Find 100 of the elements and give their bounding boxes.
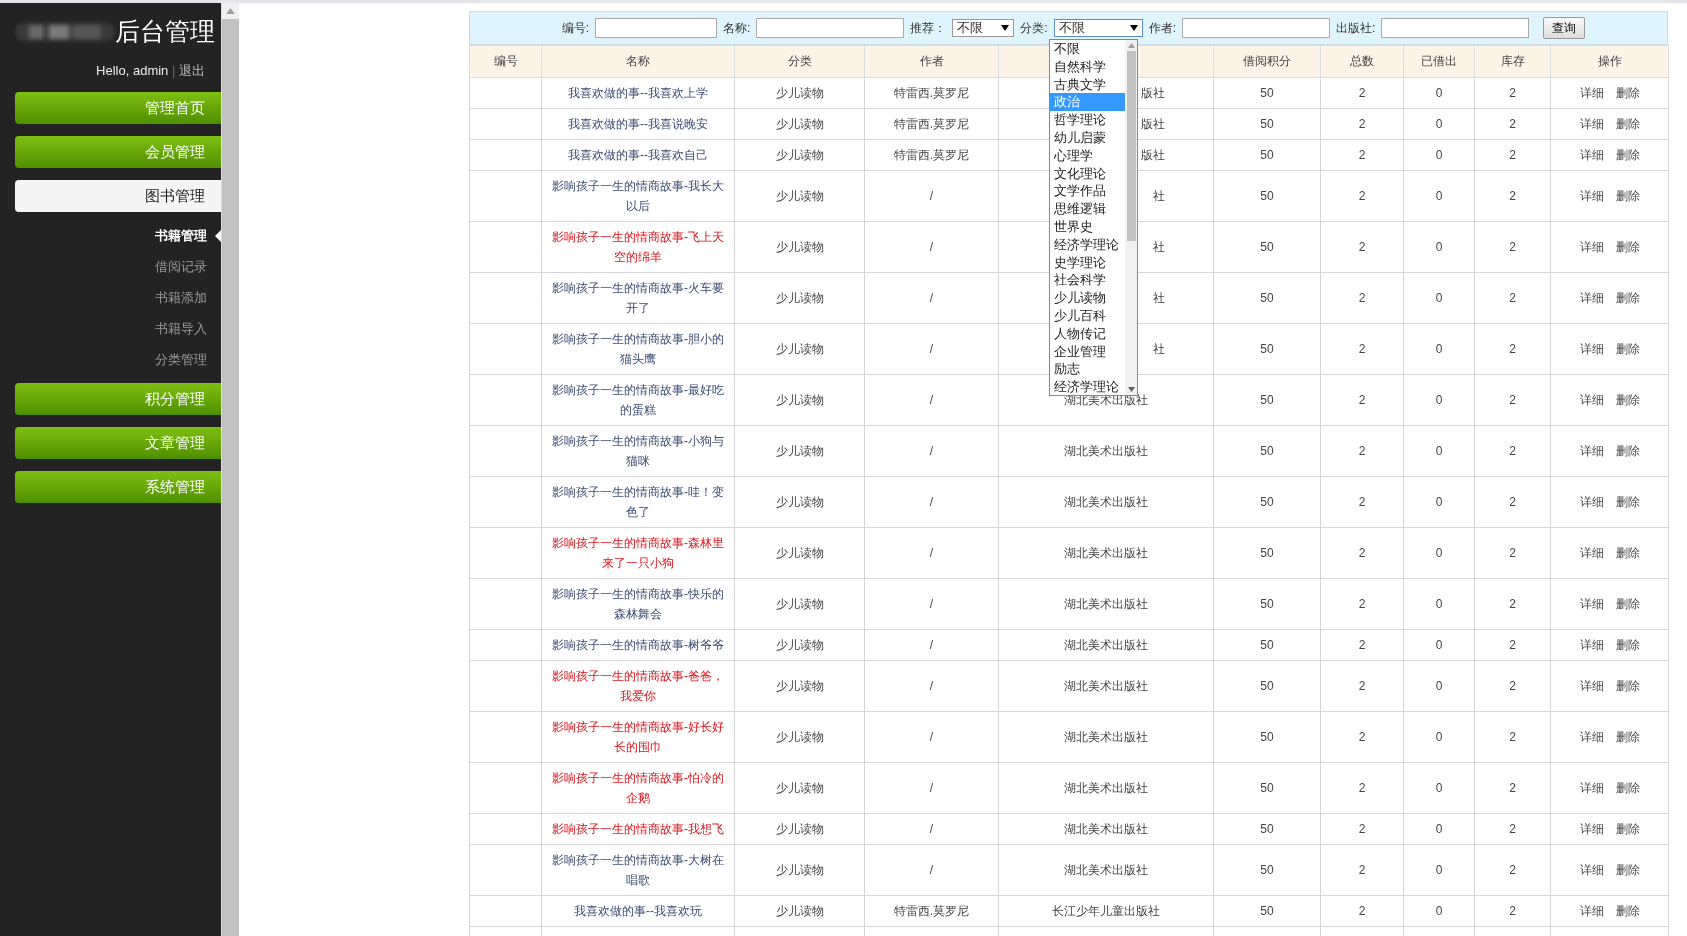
dropdown-option[interactable]: 自然科学 [1050, 57, 1125, 76]
text-field[interactable] [1182, 18, 1330, 38]
text-field[interactable] [756, 18, 905, 38]
action-link[interactable]: 删除 [1615, 904, 1640, 918]
table-cell: 2 [1509, 86, 1516, 100]
action-link[interactable]: 详细 [1579, 679, 1604, 693]
submenu-item[interactable]: 书籍管理 [155, 226, 207, 245]
table-cell: 50 [1260, 240, 1274, 254]
action-link[interactable]: 详细 [1579, 495, 1604, 509]
action-link[interactable]: 详细 [1579, 117, 1604, 131]
action-link[interactable]: 详细 [1579, 546, 1604, 560]
greeting: Hello, admin [96, 63, 169, 78]
table-cell: 2 [1358, 597, 1366, 611]
text-field[interactable] [1381, 18, 1530, 38]
action-link[interactable]: 详细 [1579, 730, 1604, 744]
table-cell: 少儿读物 [775, 781, 824, 795]
action-link[interactable]: 详细 [1579, 291, 1604, 305]
dropdown-option[interactable]: 不限 [1050, 40, 1125, 58]
table-cell: 50 [1260, 495, 1274, 509]
action-link[interactable]: 详细 [1579, 393, 1604, 407]
action-link[interactable]: 删除 [1615, 597, 1640, 611]
dropdown-option[interactable]: 文化理论 [1050, 164, 1125, 183]
action-link[interactable]: 删除 [1615, 638, 1640, 652]
table-cell: / [929, 444, 934, 458]
column-header: 分类 [734, 45, 865, 78]
action-link[interactable]: 删除 [1615, 863, 1640, 877]
action-link[interactable]: 删除 [1615, 86, 1640, 100]
action-link[interactable]: 详细 [1579, 904, 1604, 918]
dropdown-option[interactable]: 世界史 [1050, 217, 1125, 236]
dropdown-option[interactable]: 社会科学 [1050, 271, 1125, 290]
action-link[interactable]: 删除 [1615, 291, 1640, 305]
scroll-down-icon[interactable] [1127, 387, 1135, 392]
action-link[interactable]: 删除 [1615, 444, 1640, 458]
action-link[interactable]: 详细 [1579, 189, 1604, 203]
scrollbar[interactable] [1125, 40, 1137, 395]
action-link[interactable]: 删除 [1615, 730, 1640, 744]
action-link[interactable]: 详细 [1579, 86, 1604, 100]
action-link[interactable]: 详细 [1579, 822, 1604, 836]
action-link[interactable]: 删除 [1615, 679, 1640, 693]
dropdown-option[interactable]: 文学作品 [1050, 182, 1125, 201]
action-link[interactable]: 详细 [1579, 444, 1604, 458]
submenu-item[interactable]: 借阅记录 [155, 257, 207, 276]
submenu-item[interactable]: 分类管理 [155, 350, 207, 369]
table-cell: 社 [1153, 342, 1165, 356]
action-link[interactable]: 详细 [1579, 148, 1604, 162]
dropdown-option[interactable]: 幼儿启蒙 [1050, 129, 1125, 147]
menu-item[interactable]: 图书管理 [15, 180, 221, 212]
table-cell: 少儿读物 [775, 189, 824, 203]
search-button[interactable]: 查询 [1543, 17, 1586, 39]
table-cell: 2 [1358, 342, 1366, 356]
table-cell: 社 [1153, 240, 1165, 254]
dropdown[interactable]: 不限 [952, 19, 1015, 37]
action-link[interactable]: 删除 [1615, 546, 1640, 560]
action-link[interactable]: 详细 [1579, 240, 1604, 254]
dropdown-option[interactable]: 企业管理 [1050, 342, 1125, 361]
action-link[interactable]: 删除 [1615, 822, 1640, 836]
table-cell: 2 [1509, 189, 1516, 203]
action-link[interactable]: 删除 [1615, 240, 1640, 254]
dropdown-option[interactable]: 史学理论 [1050, 253, 1125, 272]
table-cell: 2 [1509, 148, 1516, 162]
submenu-item[interactable]: 书籍添加 [155, 288, 207, 307]
dropdown-option[interactable]: 古典文学 [1050, 75, 1125, 94]
action-link[interactable]: 详细 [1579, 781, 1604, 795]
scroll-up-icon[interactable] [1127, 43, 1135, 48]
dropdown-option[interactable]: 思维逻辑 [1050, 200, 1125, 218]
dropdown-option[interactable]: 哲学理论 [1050, 111, 1125, 129]
action-link[interactable]: 删除 [1615, 189, 1640, 203]
action-link[interactable]: 详细 [1579, 342, 1604, 356]
table-cell: 版社 [1141, 86, 1165, 100]
action-link[interactable]: 删除 [1615, 148, 1640, 162]
scrollbar[interactable] [221, 3, 239, 936]
table-cell: 2 [1358, 495, 1366, 509]
table-cell: / [929, 730, 934, 744]
table-cell: 2 [1509, 822, 1516, 836]
table-cell: 湖北美术出版社 [1064, 679, 1148, 693]
action-link[interactable]: 删除 [1615, 495, 1640, 509]
action-link[interactable]: 详细 [1579, 597, 1604, 611]
action-link[interactable]: 删除 [1615, 342, 1640, 356]
dropdown-option[interactable]: 经济学理论 [1050, 235, 1125, 254]
table-cell: / [929, 189, 934, 203]
submenu-item[interactable]: 书籍导入 [155, 319, 207, 338]
table-cell: 0 [1435, 86, 1443, 100]
dropdown[interactable]: 不限 [1053, 19, 1143, 37]
dropdown-option[interactable]: 人物传记 [1050, 324, 1125, 343]
table-cell: 0 [1435, 597, 1443, 611]
dropdown-option[interactable]: 心理学 [1050, 146, 1125, 165]
action-link[interactable]: 详细 [1579, 638, 1604, 652]
table-cell: / [929, 342, 934, 356]
dropdown-option[interactable]: 少儿百科 [1050, 306, 1125, 325]
caret-icon[interactable] [1001, 25, 1010, 31]
action-link[interactable]: 详细 [1579, 863, 1604, 877]
scroll-up-icon[interactable] [226, 8, 235, 14]
action-link[interactable]: 删除 [1615, 781, 1640, 795]
dropdown-option[interactable]: 少儿读物 [1050, 289, 1125, 307]
dropdown-option[interactable]: 励志 [1050, 360, 1125, 379]
action-link[interactable]: 删除 [1615, 117, 1640, 131]
caret-icon[interactable] [1129, 25, 1138, 31]
logout-link[interactable]: 退出 [179, 63, 205, 78]
text-field[interactable] [595, 18, 717, 38]
action-link[interactable]: 删除 [1615, 393, 1640, 407]
